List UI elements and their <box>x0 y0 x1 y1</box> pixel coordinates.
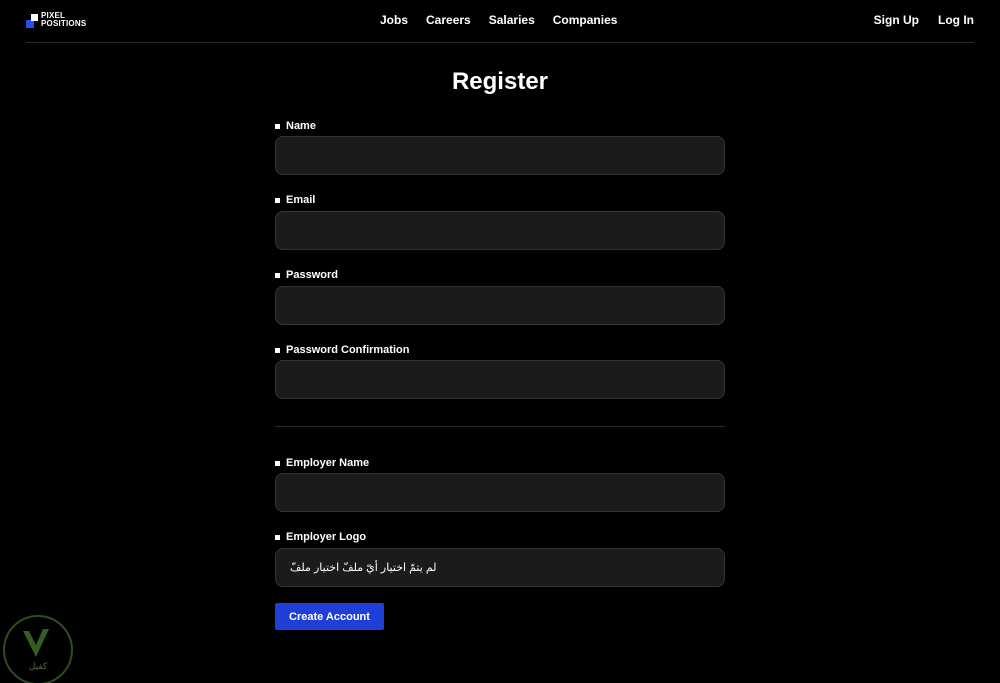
logo-blue-square <box>26 20 34 28</box>
site-header: PIXEL POSITIONS Jobs Careers Salaries Co… <box>26 0 974 43</box>
password-label-text: Password <box>286 269 338 281</box>
email-input[interactable] <box>275 211 725 250</box>
logo-white-square <box>31 14 38 21</box>
employer-name-input[interactable] <box>275 473 725 512</box>
nav-jobs[interactable]: Jobs <box>380 13 408 27</box>
name-label: Name <box>275 118 316 134</box>
password-confirmation-label: Password Confirmation <box>275 342 409 358</box>
nav-salaries[interactable]: Salaries <box>489 13 535 27</box>
password-label: Password <box>275 267 338 283</box>
main-nav: Jobs Careers Salaries Companies <box>380 13 635 27</box>
password-confirmation-label-text: Password Confirmation <box>286 344 410 356</box>
auth-links: Sign Up Log In <box>855 13 974 27</box>
nav-careers[interactable]: Careers <box>426 13 471 27</box>
label-bullet <box>275 197 280 203</box>
nav-companies[interactable]: Companies <box>553 13 618 27</box>
employer-name-label: Employer Name <box>275 455 369 471</box>
file-input-status: لم يتمّ اختيار أيّ ملفّ اختيار ملفّ <box>290 562 437 574</box>
name-input[interactable] <box>275 136 725 175</box>
employer-name-label-text: Employer Name <box>286 457 370 469</box>
password-input[interactable] <box>275 286 725 325</box>
pixel-positions-logo[interactable]: PIXEL POSITIONS <box>26 12 96 30</box>
employer-logo-label: Employer Logo <box>275 529 366 545</box>
label-bullet <box>275 272 280 278</box>
logo-text: PIXEL POSITIONS <box>41 12 86 28</box>
label-bullet <box>275 534 280 540</box>
log-in-link[interactable]: Log In <box>938 13 974 27</box>
sign-up-link[interactable]: Sign Up <box>874 13 919 27</box>
watermark-v-icon <box>23 629 49 657</box>
label-bullet <box>275 347 280 353</box>
employer-logo-label-text: Employer Logo <box>286 531 367 543</box>
label-bullet <box>275 123 280 129</box>
watermark-text: كفيل <box>28 661 48 671</box>
create-account-button[interactable]: Create Account <box>275 603 384 630</box>
label-bullet <box>275 460 280 466</box>
password-confirmation-input[interactable] <box>275 360 725 399</box>
form-divider <box>275 426 725 427</box>
page-title: Register <box>451 68 549 95</box>
logo-line-2: POSITIONS <box>41 19 87 28</box>
employer-logo-file-input[interactable]: لم يتمّ اختيار أيّ ملفّ اختيار ملفّ <box>275 548 725 587</box>
name-label-text: Name <box>286 120 316 132</box>
email-label-text: Email <box>286 194 316 206</box>
register-page: PIXEL POSITIONS Jobs Careers Salaries Co… <box>0 0 1000 683</box>
email-label: Email <box>275 192 315 208</box>
kafeel-watermark: كفيل <box>3 615 73 683</box>
